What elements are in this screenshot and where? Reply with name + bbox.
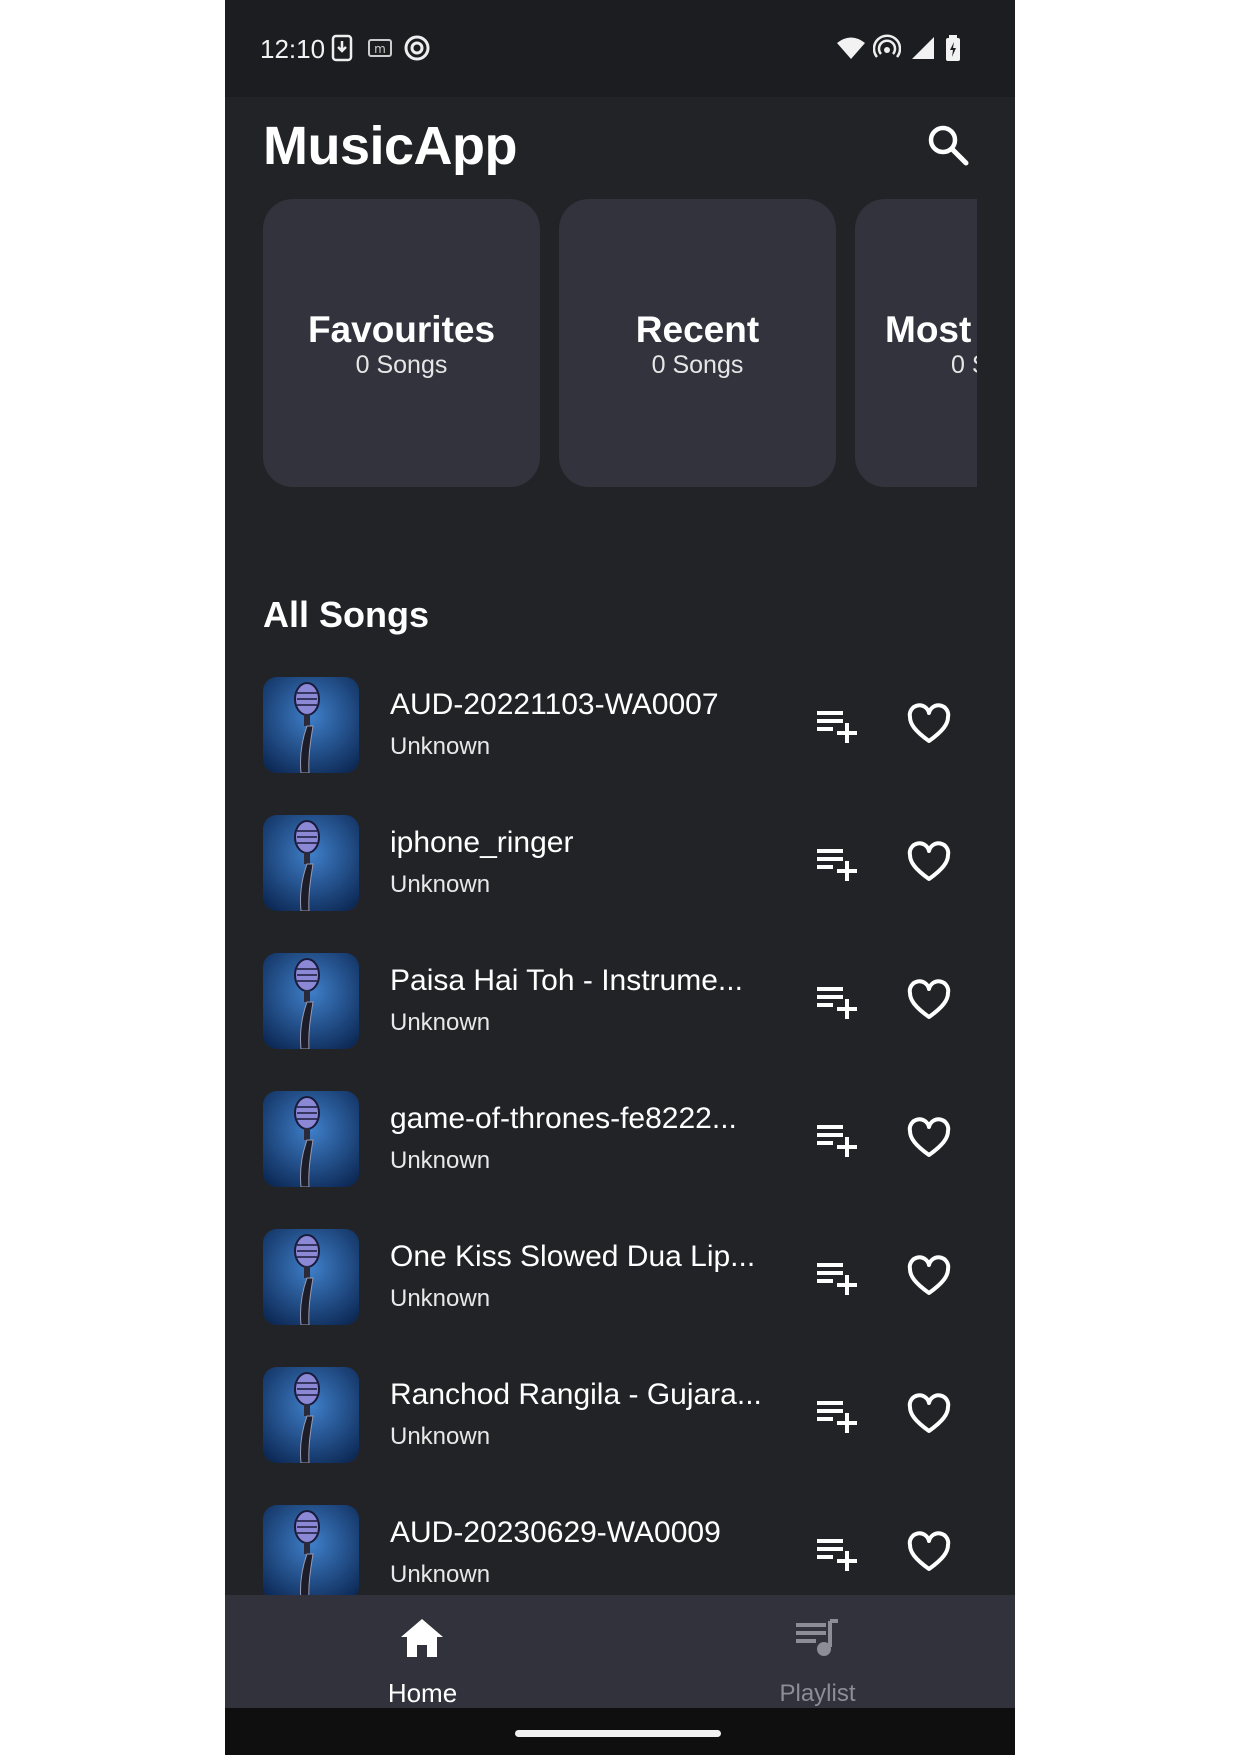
m-notification-icon: m — [367, 34, 393, 62]
battery-charging-icon — [943, 34, 963, 62]
favourite-button[interactable] — [907, 703, 951, 747]
signal-icon — [910, 34, 936, 62]
card-count: 0 S — [951, 351, 977, 379]
card-most-played[interactable]: Most 0 S — [855, 199, 977, 487]
heart-outline-icon — [907, 1255, 951, 1295]
song-title: iphone_ringer — [390, 826, 574, 859]
app-title: MusicApp — [263, 116, 518, 176]
favourite-button[interactable] — [907, 1393, 951, 1437]
playlist-add-icon — [817, 849, 857, 881]
song-title: One Kiss Slowed Dua Lip... — [390, 1240, 756, 1273]
heart-outline-icon — [907, 979, 951, 1019]
favourite-button[interactable] — [907, 979, 951, 1023]
playlist-add-icon — [817, 711, 857, 743]
download-icon — [329, 34, 355, 62]
song-artist: Unknown — [390, 1561, 491, 1588]
add-to-playlist-button[interactable] — [815, 705, 861, 745]
status-time: 12:10 — [260, 34, 326, 64]
favourite-button[interactable] — [907, 1531, 951, 1575]
svg-text:m: m — [374, 42, 386, 56]
song-title: AUD-20230629-WA0009 — [390, 1516, 721, 1549]
home-icon — [401, 1619, 443, 1657]
gesture-area — [225, 1708, 1015, 1755]
album-art — [263, 1229, 359, 1325]
card-title: Most — [885, 309, 972, 350]
song-list: AUD-20221103-WA0007 Unknown iphone_ringe… — [225, 660, 1015, 1595]
album-art — [263, 1367, 359, 1463]
song-title: Paisa Hai Toh - Instrume... — [390, 964, 743, 997]
favourite-button[interactable] — [907, 1117, 951, 1161]
song-row[interactable]: iphone_ringer Unknown — [225, 798, 1015, 936]
album-art — [263, 953, 359, 1049]
category-cards: Favourites 0 Songs Recent 0 Songs Most 0… — [263, 199, 977, 489]
add-to-playlist-button[interactable] — [815, 1533, 861, 1573]
album-art — [263, 815, 359, 911]
add-to-playlist-button[interactable] — [815, 1395, 861, 1435]
add-to-playlist-button[interactable] — [815, 843, 861, 883]
song-title: game-of-thrones-fe8222... — [390, 1102, 737, 1135]
heart-outline-icon — [907, 1531, 951, 1571]
playlist-add-icon — [817, 1539, 857, 1571]
card-count: 0 Songs — [355, 351, 448, 379]
sync-icon — [403, 34, 430, 62]
wifi-icon — [835, 34, 867, 62]
nav-home-label: Home — [387, 1678, 458, 1708]
nav-playlist-label: Playlist — [779, 1680, 856, 1707]
card-title: Recent — [635, 309, 760, 350]
home-gesture-bar[interactable] — [515, 1730, 721, 1737]
song-row[interactable]: AUD-20221103-WA0007 Unknown — [225, 660, 1015, 798]
card-favourites[interactable]: Favourites 0 Songs — [263, 199, 540, 487]
album-art — [263, 1091, 359, 1187]
search-button[interactable] — [925, 122, 971, 168]
status-bar: 12:10 m — [225, 0, 1015, 97]
song-artist: Unknown — [390, 871, 491, 898]
favourite-button[interactable] — [907, 841, 951, 885]
heart-outline-icon — [907, 841, 951, 881]
favourite-button[interactable] — [907, 1255, 951, 1299]
album-art — [263, 677, 359, 773]
song-artist: Unknown — [390, 1423, 491, 1450]
heart-outline-icon — [907, 1117, 951, 1157]
playlist-add-icon — [817, 1263, 857, 1295]
card-count: 0 Songs — [651, 351, 744, 379]
song-title: AUD-20221103-WA0007 — [390, 688, 719, 721]
song-row[interactable]: game-of-thrones-fe8222... Unknown — [225, 1074, 1015, 1212]
add-to-playlist-button[interactable] — [815, 1119, 861, 1159]
card-recent[interactable]: Recent 0 Songs — [559, 199, 836, 487]
playlist-add-icon — [817, 1401, 857, 1433]
nav-home[interactable]: Home — [225, 1595, 620, 1708]
search-icon — [928, 125, 969, 166]
add-to-playlist-button[interactable] — [815, 981, 861, 1021]
card-title: Favourites — [307, 309, 496, 350]
app-screen: 12:10 m MusicApp Favourites 0 Songs Rece… — [225, 0, 1015, 1755]
song-artist: Unknown — [390, 733, 491, 760]
song-artist: Unknown — [390, 1147, 491, 1174]
song-row[interactable]: Ranchod Rangila - Gujara... Unknown — [225, 1350, 1015, 1488]
song-artist: Unknown — [390, 1009, 491, 1036]
playlist-add-icon — [817, 987, 857, 1019]
heart-outline-icon — [907, 703, 951, 743]
song-row[interactable]: AUD-20230629-WA0009 Unknown — [225, 1488, 1015, 1595]
queue-music-icon — [796, 1619, 838, 1656]
song-title: Ranchod Rangila - Gujara... — [390, 1378, 762, 1411]
song-row[interactable]: One Kiss Slowed Dua Lip... Unknown — [225, 1212, 1015, 1350]
bottom-navigation: Home Playlist — [225, 1595, 1015, 1708]
playlist-add-icon — [817, 1125, 857, 1157]
song-artist: Unknown — [390, 1285, 491, 1312]
hotspot-icon — [872, 34, 902, 62]
heart-outline-icon — [907, 1393, 951, 1433]
song-row[interactable]: Paisa Hai Toh - Instrume... Unknown — [225, 936, 1015, 1074]
add-to-playlist-button[interactable] — [815, 1257, 861, 1297]
section-title: All Songs — [263, 594, 430, 635]
nav-playlist[interactable]: Playlist — [620, 1595, 1015, 1708]
album-art — [263, 1505, 359, 1595]
